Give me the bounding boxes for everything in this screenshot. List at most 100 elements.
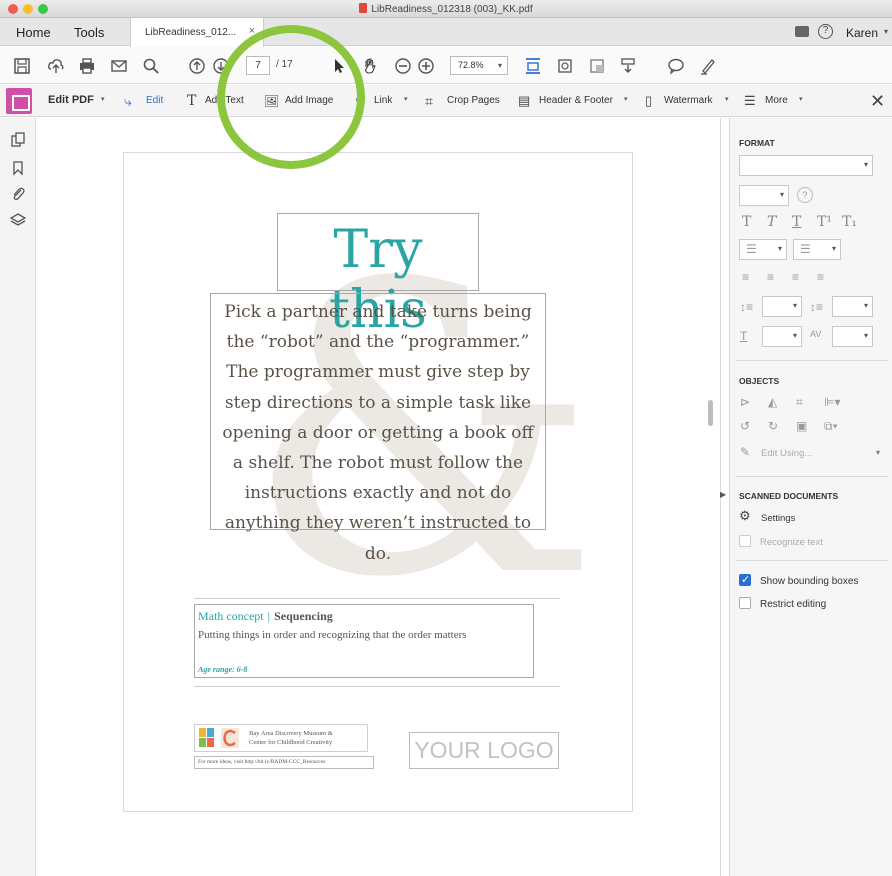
- horizontal-scale-select[interactable]: [762, 326, 802, 347]
- vertical-scrollbar[interactable]: [708, 400, 713, 426]
- pdf-file-icon: [359, 3, 368, 13]
- scanned-settings-button[interactable]: Settings: [761, 513, 795, 524]
- print-icon[interactable]: [78, 57, 96, 75]
- header-footer-icon: ▤: [518, 93, 531, 108]
- close-edit-toolbar-icon[interactable]: ✕: [870, 91, 885, 112]
- chevron-down-icon[interactable]: ▾: [884, 27, 888, 36]
- crop-icon: ⌗: [425, 93, 433, 109]
- help-icon[interactable]: ?: [818, 24, 833, 39]
- character-spacing-select[interactable]: [832, 326, 873, 347]
- edit-button[interactable]: Edit: [146, 95, 163, 106]
- show-bounding-boxes-label: Show bounding boxes: [760, 576, 859, 587]
- recognize-text-checkbox[interactable]: [739, 535, 751, 547]
- zoom-level-value: 72.8%: [458, 60, 484, 70]
- pdf-page[interactable]: & Try this Pick a partner and take turns…: [123, 152, 633, 812]
- link-button[interactable]: Link: [374, 95, 392, 106]
- comment-bubble-icon[interactable]: [795, 26, 809, 37]
- left-navigation-rail: [0, 118, 36, 876]
- format-panel: FORMAT ? T T T T¹ T₁ ☰ ☰ ≡ ≡ ≡ ≡ ↕≡ ↕≡ T…: [729, 118, 892, 876]
- upload-cloud-icon[interactable]: [47, 57, 65, 75]
- museum-name: Bay Area Discovery Museum & Center for Ch…: [249, 729, 333, 747]
- align-center-icon[interactable]: ≡: [767, 270, 774, 284]
- watermark-button[interactable]: Watermark: [664, 95, 713, 106]
- attachment-icon[interactable]: [10, 186, 26, 202]
- text-underline-icon[interactable]: T: [792, 214, 801, 230]
- previous-page-icon[interactable]: [188, 57, 206, 75]
- edit-using-button[interactable]: Edit Using...: [761, 448, 812, 459]
- fit-page-icon[interactable]: [524, 57, 542, 75]
- full-screen-icon[interactable]: [588, 57, 606, 75]
- show-bounding-boxes-checkbox[interactable]: [739, 573, 751, 586]
- tab-tools[interactable]: Tools: [74, 25, 104, 40]
- align-right-icon[interactable]: ≡: [792, 270, 799, 284]
- paragraph-spacing-select[interactable]: [832, 296, 873, 317]
- chevron-down-icon[interactable]: ▾: [101, 95, 105, 103]
- crop-image-icon[interactable]: ⌗: [796, 395, 803, 410]
- highlight-pen-icon[interactable]: [699, 57, 717, 75]
- more-ideas-link-box[interactable]: For more ideas, visit http://bit.ly/BADM…: [194, 756, 374, 769]
- zoom-out-icon[interactable]: [394, 57, 412, 75]
- rotate-left-icon[interactable]: ↺: [740, 419, 750, 433]
- flip-horizontal-icon[interactable]: ◭: [768, 395, 777, 409]
- search-icon[interactable]: [142, 57, 160, 75]
- rotate-view-icon[interactable]: [556, 57, 574, 75]
- font-color-icon[interactable]: ?: [797, 187, 813, 203]
- comment-icon[interactable]: [667, 57, 685, 75]
- bam-logo-icon: [199, 728, 214, 747]
- your-logo-placeholder[interactable]: YOUR LOGO: [409, 732, 559, 769]
- museum-logo-box[interactable]: Bay Area Discovery Museum & Center for Ch…: [194, 724, 368, 752]
- user-account-name[interactable]: Karen: [846, 26, 878, 40]
- header-footer-button[interactable]: Header & Footer: [539, 95, 613, 106]
- collapse-right-panel-icon[interactable]: ▶: [720, 490, 726, 499]
- bullet-list-select[interactable]: ☰: [739, 239, 787, 260]
- edit-pdf-title[interactable]: Edit PDF: [48, 94, 94, 106]
- line-spacing-select[interactable]: [762, 296, 802, 317]
- chevron-down-icon[interactable]: ▾: [725, 95, 729, 103]
- tab-home[interactable]: Home: [16, 25, 51, 40]
- email-icon[interactable]: [110, 57, 128, 75]
- text-superscript-icon[interactable]: T¹: [817, 214, 832, 230]
- flip-vertical-icon[interactable]: ⊳: [740, 395, 750, 409]
- bullet-list-icon: ☰: [746, 242, 757, 256]
- layers-icon[interactable]: [10, 212, 26, 228]
- rotate-right-icon[interactable]: ↻: [768, 419, 778, 433]
- align-objects-icon[interactable]: ⊫▾: [824, 395, 840, 409]
- text-italic-icon[interactable]: T: [767, 214, 776, 230]
- edit-pdf-toolbar: Edit PDF ▾ ⤷ Edit T Add Text 🖼 Add Image…: [0, 85, 892, 117]
- font-family-select[interactable]: [739, 155, 873, 176]
- arrange-objects-icon[interactable]: ⧉▾: [824, 419, 838, 434]
- add-text-icon: T: [187, 93, 197, 109]
- align-left-icon[interactable]: ≡: [742, 270, 749, 284]
- text-subscript-icon[interactable]: T₁: [842, 214, 857, 230]
- panel-divider: [736, 360, 888, 361]
- more-button[interactable]: More: [765, 95, 788, 106]
- chevron-down-icon[interactable]: ▾: [404, 95, 408, 103]
- page-thumbnails-icon[interactable]: [10, 132, 26, 148]
- math-concept-box[interactable]: Math concept | Sequencing Putting things i…: [194, 604, 534, 678]
- bookmark-icon[interactable]: [10, 160, 26, 176]
- restrict-editing-checkbox[interactable]: [739, 597, 751, 609]
- title-text-box[interactable]: Try this: [277, 213, 479, 340]
- font-size-select[interactable]: [739, 185, 789, 206]
- chevron-down-icon[interactable]: ▾: [799, 95, 803, 103]
- scroll-mode-icon[interactable]: [619, 57, 637, 75]
- text-regular-icon[interactable]: T: [742, 214, 751, 230]
- zoom-in-icon[interactable]: [417, 57, 435, 75]
- hand-tool-icon[interactable]: [361, 57, 379, 75]
- watermark-icon: ▯: [645, 93, 653, 108]
- museum-name-line-1: Bay Area Discovery Museum &: [249, 730, 333, 737]
- body-text-box[interactable]: Pick a partner and take turns being the …: [210, 293, 546, 564]
- recognize-text-label: Recognize text: [760, 537, 823, 548]
- settings-gear-icon: ⚙: [739, 508, 751, 523]
- zoom-level-select[interactable]: 72.8% ▾: [450, 56, 508, 75]
- replace-image-icon[interactable]: ▣: [796, 419, 807, 433]
- chevron-down-icon[interactable]: ▾: [624, 95, 628, 103]
- edit-pdf-tool-icon[interactable]: [6, 88, 32, 114]
- save-icon[interactable]: [13, 57, 31, 75]
- more-icon: ☰: [744, 93, 756, 108]
- document-viewer[interactable]: & Try this Pick a partner and take turns…: [37, 118, 721, 876]
- align-justify-icon[interactable]: ≡: [817, 270, 824, 284]
- chevron-down-icon[interactable]: ▾: [876, 448, 880, 457]
- crop-pages-button[interactable]: Crop Pages: [447, 95, 500, 106]
- numbered-list-select[interactable]: ☰: [793, 239, 841, 260]
